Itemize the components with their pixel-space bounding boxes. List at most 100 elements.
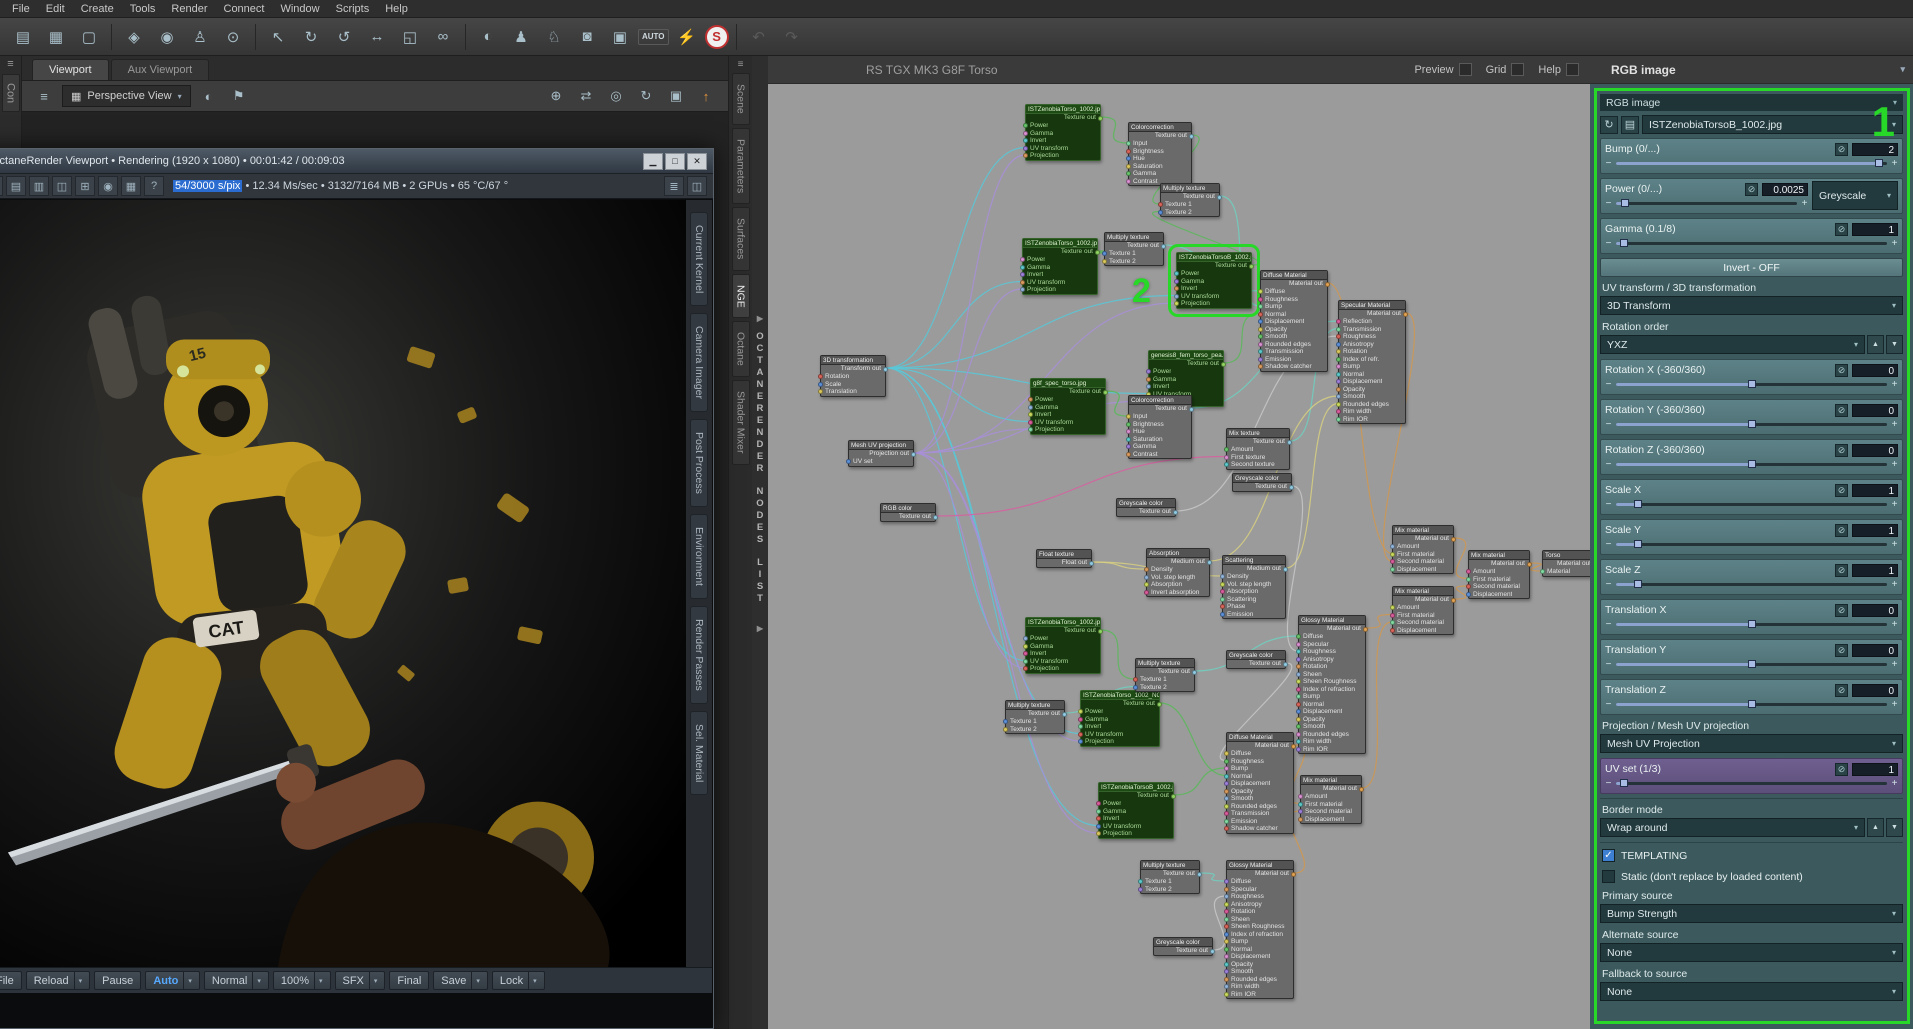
input-port-dot-icon[interactable] bbox=[1298, 802, 1303, 807]
node-input-port[interactable]: Bump bbox=[1339, 363, 1405, 371]
node-input-port[interactable]: Second material bbox=[1469, 583, 1529, 591]
input-port-dot-icon[interactable] bbox=[1028, 420, 1033, 425]
render-icon[interactable]: ◈ bbox=[119, 23, 149, 51]
slider-handle[interactable] bbox=[1634, 500, 1642, 508]
param-value-field[interactable]: 1 bbox=[1852, 484, 1898, 497]
new-document-icon[interactable]: ▢ bbox=[74, 23, 104, 51]
sidebar-tab-content[interactable]: Con bbox=[2, 74, 20, 112]
save-render-icon[interactable]: ▤ bbox=[6, 176, 26, 196]
node-output-port[interactable]: Material out bbox=[1469, 560, 1529, 568]
node-input-port[interactable]: Texture 1 bbox=[1161, 201, 1219, 209]
slider-decrement[interactable]: − bbox=[1605, 379, 1612, 390]
slider-handle[interactable] bbox=[1620, 239, 1628, 247]
output-port-dot-icon[interactable] bbox=[1249, 264, 1254, 269]
slider-increment[interactable]: + bbox=[1891, 579, 1898, 590]
node-input-port[interactable]: Bump bbox=[1299, 693, 1365, 701]
node-input-port[interactable]: Shadow catcher bbox=[1227, 825, 1293, 833]
node-input-port[interactable]: Scale bbox=[821, 381, 885, 389]
input-port-dot-icon[interactable] bbox=[1126, 444, 1131, 449]
node-input-port[interactable]: Rounded edges bbox=[1339, 401, 1405, 409]
camera-swap-icon[interactable]: ◐ bbox=[473, 23, 503, 51]
node-input-port[interactable]: Projection bbox=[1081, 738, 1159, 746]
input-port-dot-icon[interactable] bbox=[1296, 717, 1301, 722]
input-port-dot-icon[interactable] bbox=[1020, 265, 1025, 270]
minimize-button[interactable]: ▁ bbox=[643, 153, 663, 170]
normal-button[interactable]: Normal▾ bbox=[204, 971, 269, 990]
output-port-dot-icon[interactable] bbox=[911, 452, 916, 457]
menu-connect[interactable]: Connect bbox=[216, 2, 273, 16]
subsample-icon[interactable]: ▦ bbox=[121, 176, 141, 196]
node-input-port[interactable]: First material bbox=[1393, 551, 1453, 559]
node-output-port[interactable]: Medium out bbox=[1223, 565, 1285, 573]
node-input-port[interactable]: Brightness bbox=[1129, 148, 1191, 156]
output-port-dot-icon[interactable] bbox=[1325, 282, 1330, 287]
input-port-dot-icon[interactable] bbox=[1078, 724, 1083, 729]
node-input-port[interactable]: Saturation bbox=[1129, 436, 1191, 444]
slider-handle[interactable] bbox=[1634, 540, 1642, 548]
reset-view-icon[interactable]: ↑ bbox=[694, 85, 718, 107]
output-port-dot-icon[interactable] bbox=[1161, 244, 1166, 249]
input-port-dot-icon[interactable] bbox=[1144, 575, 1149, 580]
node-input-port[interactable]: Invert bbox=[1177, 285, 1251, 293]
node-input-port[interactable]: Rim IOR bbox=[1299, 746, 1365, 754]
spinner-up-button[interactable]: ▲ bbox=[1867, 818, 1884, 837]
param-value-field[interactable]: 0.0025 bbox=[1762, 183, 1808, 196]
input-port-dot-icon[interactable] bbox=[1336, 417, 1341, 422]
menu-tools[interactable]: Tools bbox=[122, 2, 164, 16]
node-input-port[interactable]: Absorption bbox=[1223, 588, 1285, 596]
output-port-dot-icon[interactable] bbox=[1189, 134, 1194, 139]
node-input-port[interactable]: Opacity bbox=[1227, 788, 1293, 796]
slider-handle[interactable] bbox=[1748, 660, 1756, 668]
input-port-dot-icon[interactable] bbox=[1224, 977, 1229, 982]
node-istzenobiatorsob-1002-jpg-t8[interactable]: ISTZenobiaTorsoB_1002.jpgTexture outPowe… bbox=[1098, 782, 1174, 839]
side-tab-octane[interactable]: Octane bbox=[732, 321, 750, 377]
input-port-dot-icon[interactable] bbox=[1336, 342, 1341, 347]
input-port-dot-icon[interactable] bbox=[1020, 257, 1025, 262]
menu-create[interactable]: Create bbox=[73, 2, 122, 16]
camera-icon[interactable]: ◙ bbox=[572, 23, 602, 51]
node-input-port[interactable]: Vol. step length bbox=[1147, 574, 1209, 582]
slider-increment[interactable]: + bbox=[1891, 499, 1898, 510]
param-slider[interactable] bbox=[1616, 162, 1887, 165]
input-port-dot-icon[interactable] bbox=[1028, 427, 1033, 432]
node-input-port[interactable]: Invert bbox=[1149, 383, 1223, 391]
input-port-dot-icon[interactable] bbox=[1220, 597, 1225, 602]
input-port-dot-icon[interactable] bbox=[1126, 179, 1131, 184]
output-port-dot-icon[interactable] bbox=[1189, 407, 1194, 412]
input-port-dot-icon[interactable] bbox=[1336, 409, 1341, 414]
input-port-dot-icon[interactable] bbox=[1023, 123, 1028, 128]
output-port-dot-icon[interactable] bbox=[1089, 561, 1094, 566]
animation-toggle-icon[interactable]: ⊘ bbox=[1835, 604, 1848, 617]
input-port-dot-icon[interactable] bbox=[1224, 992, 1229, 997]
node-output-port[interactable]: Texture out bbox=[1031, 388, 1105, 396]
render-tab-environment[interactable]: Environment bbox=[690, 514, 708, 599]
node-greyscale-color-gs4[interactable]: Greyscale colorTexture out bbox=[1153, 937, 1213, 956]
animation-toggle-icon[interactable]: ⊘ bbox=[1835, 644, 1848, 657]
input-port-dot-icon[interactable] bbox=[1220, 582, 1225, 587]
node-output-port[interactable]: Texture out bbox=[1006, 710, 1064, 718]
node-input-port[interactable]: Gamma bbox=[1129, 170, 1191, 178]
node-specular-material-sm1[interactable]: Specular MaterialMaterial outReflectionT… bbox=[1338, 300, 1406, 424]
input-port-dot-icon[interactable] bbox=[1224, 759, 1229, 764]
node-input-port[interactable]: Index of refr. bbox=[1339, 356, 1405, 364]
output-port-dot-icon[interactable] bbox=[1221, 362, 1226, 367]
animation-toggle-icon[interactable]: ⊘ bbox=[1835, 143, 1848, 156]
side-tab-shader-mixer[interactable]: Shader Mixer bbox=[732, 380, 750, 464]
node-input-port[interactable]: First material bbox=[1393, 612, 1453, 620]
slider-increment[interactable]: + bbox=[1891, 619, 1898, 630]
projection-mesh-uv-projection-dropdown[interactable]: Mesh UV Projection▾ bbox=[1600, 734, 1903, 753]
input-port-dot-icon[interactable] bbox=[1224, 969, 1229, 974]
templating-checkbox[interactable]: ✓ bbox=[1602, 849, 1615, 862]
param-value-field[interactable]: 0 bbox=[1852, 604, 1898, 617]
input-port-dot-icon[interactable] bbox=[1296, 687, 1301, 692]
scale-tool-icon[interactable]: ◱ bbox=[395, 23, 425, 51]
input-port-dot-icon[interactable] bbox=[1336, 327, 1341, 332]
input-port-dot-icon[interactable] bbox=[1020, 272, 1025, 277]
output-port-dot-icon[interactable] bbox=[1217, 195, 1222, 200]
node-input-port[interactable]: Amount bbox=[1393, 543, 1453, 551]
input-port-dot-icon[interactable] bbox=[1296, 642, 1301, 647]
border-mode-dropdown[interactable]: Wrap around▾ bbox=[1600, 818, 1865, 837]
input-port-dot-icon[interactable] bbox=[1126, 452, 1131, 457]
node-mix-material-mm3[interactable]: Mix materialMaterial outAmountFirst mate… bbox=[1468, 550, 1530, 599]
input-port-dot-icon[interactable] bbox=[1224, 781, 1229, 786]
